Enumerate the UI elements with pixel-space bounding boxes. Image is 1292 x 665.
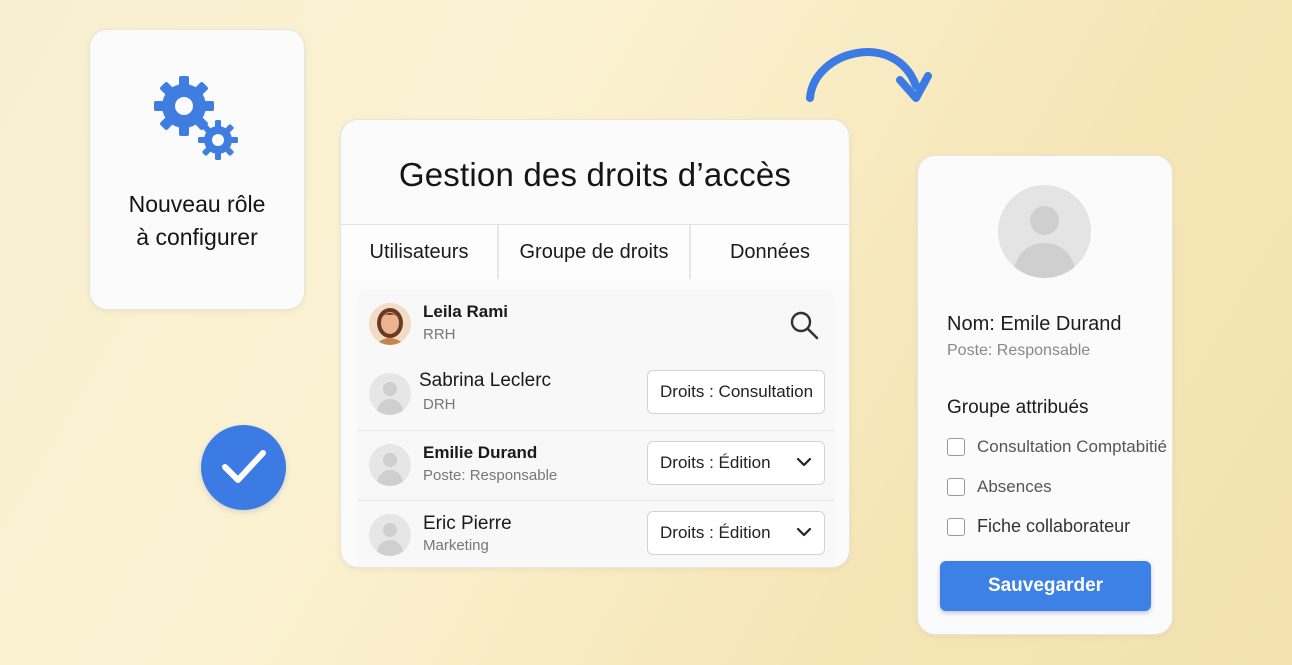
group-checkbox-employee-file[interactable]: Fiche collaborateur	[947, 516, 1130, 537]
user-profile-card: Nom: Emile Durand Poste: Responsable Gro…	[917, 155, 1173, 635]
new-role-card[interactable]: Nouveau rôle à configurer	[89, 29, 305, 310]
avatar	[998, 185, 1091, 278]
checkbox[interactable]	[947, 478, 965, 496]
chevron-down-icon	[796, 457, 812, 467]
tab-users[interactable]: Utilisateurs	[341, 225, 499, 279]
gears-icon	[154, 76, 238, 160]
chevron-down-icon	[796, 527, 812, 537]
avatar	[369, 373, 411, 415]
tab-rights-groups[interactable]: Groupe de droits	[499, 225, 691, 279]
save-button[interactable]: Sauvegarder	[940, 561, 1151, 611]
user-role: DRH	[423, 396, 456, 413]
rights-select-value: Droits : Consultation	[660, 382, 814, 401]
search-icon[interactable]	[789, 310, 819, 340]
profile-post: Poste: Responsable	[947, 342, 1091, 359]
tab-bar: Utilisateurs Groupe de droits Données	[341, 224, 849, 279]
list-item[interactable]: Emilie Durand Poste: Responsable Droits …	[357, 430, 835, 498]
group-label: Fiche collaborateur	[977, 516, 1131, 536]
group-checkbox-absences[interactable]: Absences	[947, 477, 1052, 497]
rights-select[interactable]: Droits : Édition	[647, 511, 825, 555]
group-label: Absences	[977, 477, 1052, 496]
user-name: Emilie Durand	[423, 443, 538, 462]
list-item[interactable]: Leila Rami RRH	[357, 290, 835, 358]
tab-data[interactable]: Données	[691, 225, 849, 279]
user-name: Eric Pierre	[423, 513, 512, 534]
role-card-line2: à configurer	[136, 224, 258, 250]
rights-select-value: Droits : Édition	[660, 523, 771, 542]
user-role: RRH	[423, 326, 456, 343]
rights-select-value: Droits : Édition	[660, 453, 771, 472]
checkbox[interactable]	[947, 438, 965, 456]
user-name: Sabrina Leclerc	[419, 370, 552, 391]
user-role: Marketing	[423, 537, 489, 554]
rights-select[interactable]: Droits : Consultation	[647, 370, 825, 414]
rights-select[interactable]: Droits : Édition	[647, 441, 825, 485]
list-item[interactable]: Eric Pierre Marketing Droits : Édition	[357, 500, 835, 567]
checkbox[interactable]	[947, 517, 965, 536]
groups-heading: Groupe attribués	[947, 397, 1089, 418]
avatar	[369, 444, 411, 486]
profile-name: Nom: Emile Durand	[947, 313, 1122, 335]
avatar	[369, 514, 411, 556]
role-card-text: Nouveau rôle à configurer	[90, 188, 304, 254]
user-role: Poste: Responsable	[423, 467, 558, 484]
list-item[interactable]: Sabrina Leclerc DRH Droits : Consultatio…	[357, 360, 835, 428]
access-rights-card: Gestion des droits d’accès Utilisateurs …	[340, 119, 850, 568]
avatar	[369, 303, 411, 345]
page-title: Gestion des droits d’accès	[398, 156, 792, 193]
user-list: Leila Rami RRH Sabrina Leclerc DRH Droit…	[357, 290, 835, 567]
check-circle-icon	[201, 425, 286, 510]
group-checkbox-accounting[interactable]: Consultation Comptabitié	[947, 437, 1167, 457]
group-label: Consultation Comptabitié	[977, 437, 1167, 456]
role-card-line1: Nouveau rôle	[128, 191, 266, 217]
user-name: Leila Rami	[423, 302, 509, 321]
curved-arrow-icon	[806, 48, 932, 102]
